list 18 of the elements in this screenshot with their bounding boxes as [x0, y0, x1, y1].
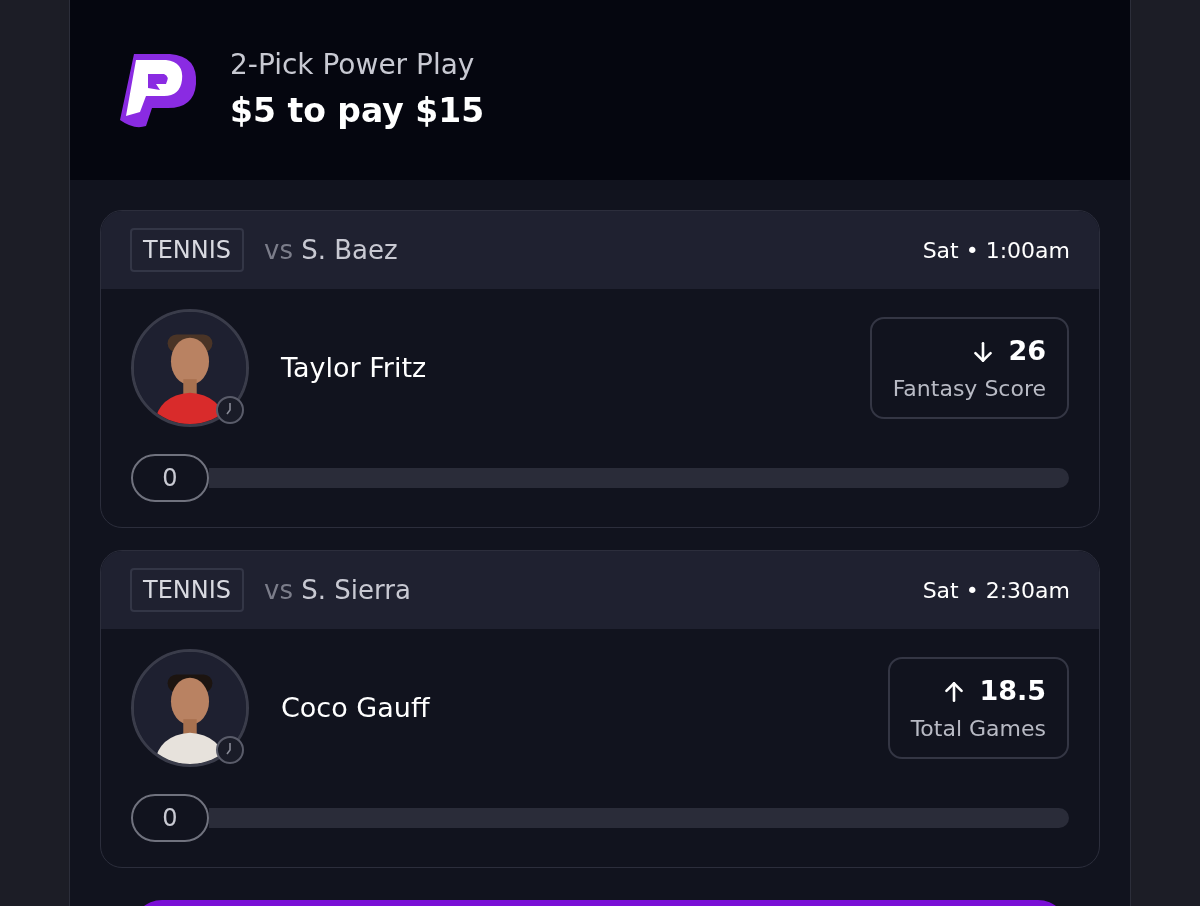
match-time: Sat • 1:00am	[922, 236, 1070, 265]
progress-count: 0	[131, 794, 209, 842]
player-name: Taylor Fritz	[281, 350, 427, 385]
projection-box[interactable]: 18.5 Total Games	[887, 657, 1069, 759]
projection-box[interactable]: 26 Fantasy Score	[869, 317, 1069, 419]
stat-label: Fantasy Score	[892, 374, 1046, 403]
entry-title: 2-Pick Power Play	[230, 47, 476, 84]
stat-label: Total Games	[910, 714, 1046, 743]
match-time: Sat • 2:30am	[922, 576, 1070, 605]
line-value: 18.5	[979, 674, 1046, 709]
entry-payout: $5 to pay $15	[230, 90, 485, 133]
sport-tag: TENNIS	[130, 568, 245, 612]
line-value: 26	[1008, 334, 1046, 369]
player-name: Coco Gauff	[281, 690, 430, 725]
sport-tag: TENNIS	[130, 228, 245, 272]
opponent-label: vs S. Baez	[264, 233, 398, 267]
opponent-label: vs S. Sierra	[264, 573, 411, 607]
progress-count: 0	[131, 454, 209, 502]
